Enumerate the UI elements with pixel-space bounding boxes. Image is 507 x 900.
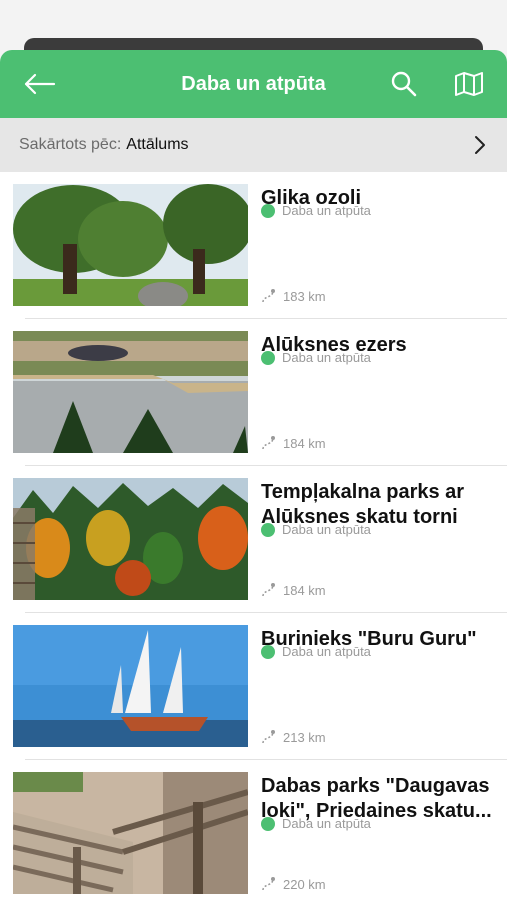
distance-label: 183 km [283,288,326,304]
place-distance: 184 km [261,435,326,451]
category-dot-icon [261,203,275,218]
list-item[interactable]: Dabas parks "Daugavas loki", Priedaines … [0,760,507,900]
place-distance: 220 km [261,876,326,892]
place-thumbnail [13,772,248,894]
route-icon [262,289,275,303]
category-label: Daba un atpūta [282,522,371,537]
place-distance: 183 km [261,288,326,304]
app-bar: Daba un atpūta [0,50,507,118]
place-category: Daba un atpūta [261,203,371,218]
list-item[interactable]: Tempļakalna parks ar Alūksnes skatu torn… [0,466,507,612]
place-category: Daba un atpūta [261,644,371,659]
distance-label: 220 km [283,876,326,892]
route-icon [262,436,275,450]
sort-selector[interactable]: Sakārtots pēc: Attālums [0,118,507,172]
place-distance: 184 km [261,582,326,598]
category-label: Daba un atpūta [282,816,371,831]
category-dot-icon [261,350,275,365]
route-icon [262,583,275,597]
route-icon [262,877,275,891]
place-category: Daba un atpūta [261,350,371,365]
distance-label: 213 km [283,729,326,745]
category-label: Daba un atpūta [282,644,371,659]
list-item[interactable]: Glika ozoli Daba un atpūta 183 km [0,172,507,318]
place-distance: 213 km [261,729,326,745]
list-item[interactable]: Alūksnes ezers Daba un atpūta 184 km [0,319,507,465]
distance-label: 184 km [283,582,326,598]
modal-sheet: Daba un atpūta Sakārtots pēc: Attālums G… [0,50,507,900]
place-thumbnail [13,331,248,453]
sort-prefix-label: Sakārtots pēc: [19,136,122,153]
category-dot-icon [261,522,275,537]
search-icon[interactable] [390,70,418,98]
map-icon[interactable] [453,70,485,98]
place-thumbnail [13,184,248,306]
list-item[interactable]: Burinieks "Buru Guru" Daba un atpūta 213… [0,613,507,759]
place-category: Daba un atpūta [261,816,371,831]
page-title: Daba un atpūta [181,72,326,95]
category-dot-icon [261,816,275,831]
chevron-right-icon [475,136,485,154]
category-label: Daba un atpūta [282,203,371,218]
category-label: Daba un atpūta [282,350,371,365]
route-icon [262,730,275,744]
sort-value-label: Attālums [126,136,189,153]
arrow-left-icon[interactable] [22,70,56,98]
place-category: Daba un atpūta [261,522,371,537]
category-dot-icon [261,644,275,659]
place-thumbnail [13,625,248,747]
place-thumbnail [13,478,248,600]
distance-label: 184 km [283,435,326,451]
